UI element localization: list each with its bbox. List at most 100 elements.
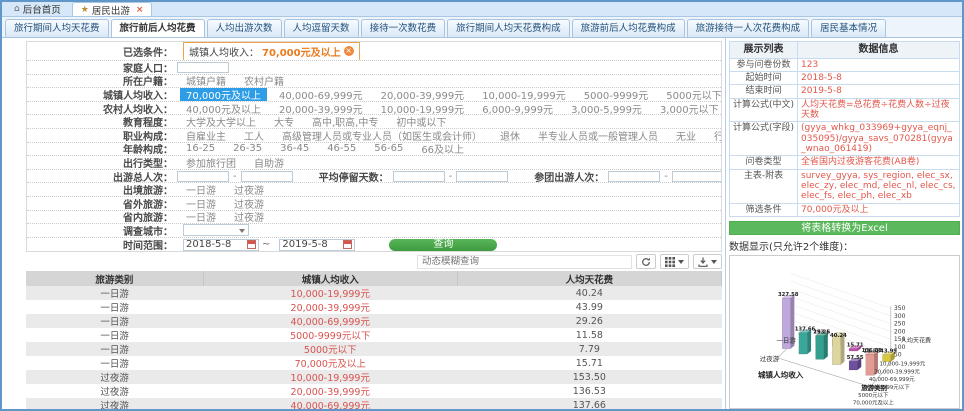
tab-7[interactable]: 旅游接待一人次花费构成 bbox=[687, 19, 810, 37]
column-header-2: 人均天花费 bbox=[457, 271, 721, 286]
info-row: 计算公式(中文)人均天花费=总花费÷花费人数÷过夜天数 bbox=[730, 98, 960, 122]
filter-content: 大学及大学以上大专高中,职高,中专初中或以下 bbox=[177, 115, 455, 129]
svg-text:5000元以下: 5000元以下 bbox=[858, 392, 889, 399]
search-input[interactable] bbox=[417, 255, 632, 269]
chip-value: 70,000元及以上 bbox=[262, 44, 341, 59]
filter-option[interactable]: 一日游 bbox=[177, 183, 225, 197]
table-cell: 40.24 bbox=[457, 286, 721, 300]
table-cell: 20,000-39,999元 bbox=[203, 384, 457, 398]
filter-option[interactable]: 70,000元及以上 bbox=[180, 88, 267, 102]
export-button[interactable] bbox=[693, 254, 722, 269]
results-table: 旅游类别城镇人均收入人均天花费 一日游10,000-19,999元40.24一日… bbox=[26, 271, 722, 411]
calendar-icon bbox=[343, 240, 352, 249]
filter-row-3: 城镇人均收入：70,000元及以上40,000-69,999元20,000-39… bbox=[27, 88, 721, 102]
table-row: 一日游5000-9999元以下11.58 bbox=[26, 328, 722, 342]
table-cell: 一日游 bbox=[26, 328, 203, 342]
columns-button[interactable] bbox=[660, 254, 689, 269]
chevron-down-icon bbox=[239, 229, 245, 233]
filter-option[interactable]: 20,000-39,999元 bbox=[270, 102, 372, 116]
remove-condition-icon[interactable]: × bbox=[344, 46, 354, 56]
info-row: 参与问卷份数123 bbox=[730, 58, 960, 71]
range-dash: - bbox=[664, 171, 668, 182]
filter-option[interactable]: 26-35 bbox=[224, 143, 271, 154]
info-value: 70,000元及以上 bbox=[798, 203, 960, 216]
info-label: 结束时间 bbox=[730, 85, 798, 98]
svg-text:70,000元及以上: 70,000元及以上 bbox=[853, 399, 895, 407]
filter-option[interactable]: 6,000-9,999元 bbox=[473, 102, 562, 116]
svg-text:250: 250 bbox=[894, 321, 906, 328]
close-icon[interactable]: × bbox=[136, 5, 144, 15]
table-row: 过夜游20,000-39,999元136.53 bbox=[26, 384, 722, 398]
filter-option[interactable]: 一日游 bbox=[177, 197, 225, 211]
filter-option[interactable]: 36-45 bbox=[271, 143, 318, 154]
tab-4[interactable]: 接待一次数花费 bbox=[361, 19, 446, 37]
range-group-label: 参团出游人次： bbox=[534, 170, 604, 184]
filter-option[interactable]: 56-65 bbox=[365, 143, 412, 154]
filter-option[interactable]: 城镇户籍 bbox=[177, 75, 235, 89]
tab-1[interactable]: 旅行前后人均花费 bbox=[111, 19, 205, 38]
filter-label: 时间范围： bbox=[27, 238, 177, 252]
end-date-input[interactable]: 2019-5-8 bbox=[279, 239, 355, 251]
table-cell: 过夜游 bbox=[26, 370, 203, 384]
filter-option[interactable]: 40,000元及以上 bbox=[177, 102, 270, 116]
svg-text:136.53: 136.53 bbox=[862, 348, 883, 354]
svg-text:137.66: 137.66 bbox=[795, 326, 816, 332]
refresh-button[interactable] bbox=[636, 254, 656, 269]
filter-option[interactable]: 自助游 bbox=[245, 156, 293, 170]
range-input-min[interactable] bbox=[177, 171, 229, 182]
filter-label: 职业构成： bbox=[27, 129, 177, 143]
filter-option[interactable]: 10,000-19,999元 bbox=[473, 88, 575, 102]
filter-option[interactable]: 一日游 bbox=[177, 211, 225, 225]
tab-2[interactable]: 人均出游次数 bbox=[207, 19, 282, 37]
filter-option[interactable]: 16-25 bbox=[177, 143, 224, 154]
filter-option[interactable]: 5000-9999元 bbox=[575, 88, 658, 102]
export-excel-button[interactable]: 将表格转换为Excel bbox=[729, 221, 960, 235]
filter-option[interactable]: 退休 bbox=[491, 129, 529, 143]
chart-container: 29.2640.2415.7111.5843.99327.58137.66153… bbox=[729, 255, 960, 409]
filter-option[interactable]: 46-55 bbox=[318, 143, 365, 154]
filter-option[interactable]: 初中或以下 bbox=[387, 115, 455, 129]
tab-8[interactable]: 居民基本情况 bbox=[811, 19, 886, 37]
query-button[interactable]: 查询 bbox=[389, 239, 497, 251]
filter-option[interactable]: 过夜游 bbox=[225, 211, 273, 225]
filter-option[interactable]: 高级管理人员或专业人员（如医生或会计师） bbox=[273, 129, 491, 143]
filter-option[interactable]: 20,000-39,999元 bbox=[372, 88, 474, 102]
range-input-min[interactable] bbox=[393, 171, 445, 182]
info-row: 筛选条件70,000元及以上 bbox=[730, 203, 960, 216]
start-date-input[interactable]: 2018-5-8 bbox=[183, 239, 259, 251]
tab-3[interactable]: 人均逗留天数 bbox=[284, 19, 359, 37]
range-input-max[interactable] bbox=[672, 171, 721, 182]
tab-0[interactable]: 旅行期间人均天花费 bbox=[5, 19, 109, 37]
filter-option[interactable]: 行政或秘书或文员 bbox=[705, 129, 721, 143]
range-input-max[interactable] bbox=[456, 171, 508, 182]
titlebar-tab-1[interactable]: ★居民出游× bbox=[72, 2, 153, 16]
range-input-max[interactable] bbox=[241, 171, 293, 182]
table-cell: 5000-9999元以下 bbox=[203, 328, 457, 342]
star-icon: ★ bbox=[81, 5, 89, 15]
tab-5[interactable]: 旅行期间人均天花费构成 bbox=[447, 19, 570, 37]
filter-option[interactable]: 40,000-69,999元 bbox=[270, 88, 372, 102]
titlebar-tab-0[interactable]: ⌂后台首页 bbox=[6, 2, 69, 16]
filter-option[interactable]: 半专业人员或一般管理人员 bbox=[529, 129, 667, 143]
tab-6[interactable]: 旅游前后人均花费构成 bbox=[572, 19, 685, 37]
filter-option[interactable]: 自雇业主 bbox=[177, 129, 235, 143]
results-table-body: 一日游10,000-19,999元40.24一日游20,000-39,999元4… bbox=[26, 286, 722, 411]
city-select[interactable] bbox=[183, 224, 249, 236]
filter-option[interactable]: 农村户籍 bbox=[235, 75, 293, 89]
filter-option[interactable]: 10,000-19,999元 bbox=[372, 102, 474, 116]
filter-option[interactable]: 过夜游 bbox=[225, 183, 273, 197]
filter-option[interactable]: 66及以上 bbox=[412, 143, 473, 157]
filter-option[interactable]: 大专 bbox=[265, 115, 303, 129]
filter-option[interactable]: 过夜游 bbox=[225, 197, 273, 211]
filter-content: 参加旅行团自助游 bbox=[177, 156, 293, 170]
range-input-min[interactable] bbox=[608, 171, 660, 182]
filter-option[interactable]: 5000元以下 bbox=[657, 88, 721, 102]
filter-option[interactable]: 高中,职高,中专 bbox=[303, 115, 387, 129]
filter-option[interactable]: 参加旅行团 bbox=[177, 156, 245, 170]
filter-option[interactable]: 无业 bbox=[667, 129, 705, 143]
filter-option[interactable]: 大学及大学以上 bbox=[177, 115, 265, 129]
filter-option[interactable]: 3,000元以下 bbox=[651, 102, 721, 116]
filter-option[interactable]: 3,000-5,999元 bbox=[562, 102, 651, 116]
filter-option[interactable]: 工人 bbox=[235, 129, 273, 143]
filter-text-input[interactable] bbox=[177, 62, 229, 73]
